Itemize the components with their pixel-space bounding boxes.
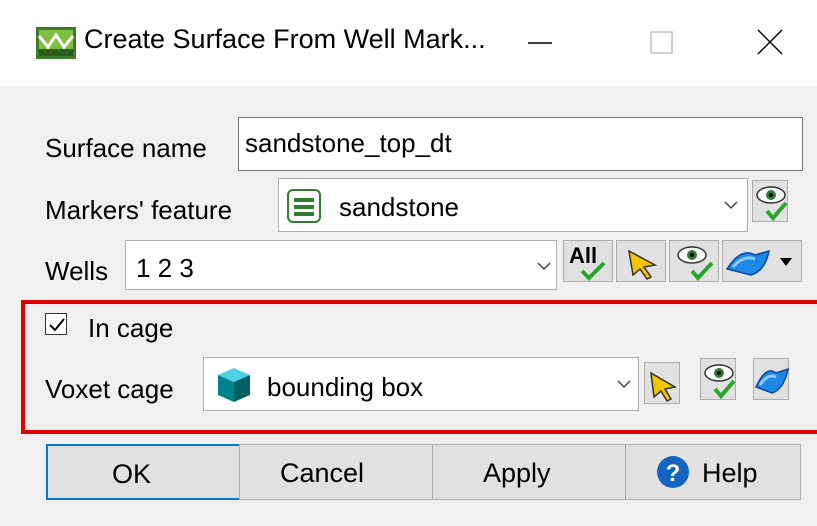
ok-label: OK xyxy=(112,459,152,489)
help-label: Help xyxy=(702,458,758,488)
cage-display-style-button[interactable] xyxy=(753,358,789,400)
surface-name-input[interactable]: sandstone_top_dt xyxy=(238,117,803,171)
eye-check-icon xyxy=(704,364,736,400)
chevron-down-icon xyxy=(617,380,631,389)
close-button[interactable] xyxy=(722,0,817,86)
cancel-button[interactable]: Cancel xyxy=(239,444,437,500)
pick-cage-button[interactable] xyxy=(644,362,680,404)
chevron-down-icon xyxy=(537,262,551,271)
wells-value: 1 2 3 xyxy=(136,253,194,283)
help-button[interactable]: ? Help xyxy=(625,444,801,500)
maximize-icon xyxy=(650,31,673,54)
voxet-cage-combo[interactable]: bounding box xyxy=(203,357,639,411)
cube-icon xyxy=(218,368,250,402)
dropdown-arrow-icon xyxy=(780,258,792,266)
pick-cursor-icon xyxy=(650,371,678,402)
wells-visibility-button[interactable] xyxy=(669,240,719,282)
feature-visibility-button[interactable] xyxy=(752,180,788,222)
in-cage-label: In cage xyxy=(88,313,174,343)
surface-name-label: Surface name xyxy=(45,133,207,163)
ok-button[interactable]: OK xyxy=(46,444,244,500)
eye-check-icon xyxy=(677,246,714,281)
select-all-wells-button[interactable]: All xyxy=(563,240,613,282)
pick-cursor-icon xyxy=(628,249,658,280)
surface-name-value: sandstone_top_dt xyxy=(245,128,452,158)
maximize-button[interactable] xyxy=(610,0,710,86)
checkmark-icon xyxy=(49,318,65,332)
cancel-label: Cancel xyxy=(280,458,365,488)
in-cage-checkbox[interactable] xyxy=(45,313,67,335)
surface-app-icon xyxy=(36,27,76,59)
minimize-icon xyxy=(528,42,552,44)
pick-wells-button[interactable] xyxy=(616,240,666,282)
all-check-icon xyxy=(580,261,606,281)
feature-list-icon xyxy=(287,189,321,223)
markers-feature-label: Markers' feature xyxy=(45,195,233,225)
wells-display-style-button[interactable] xyxy=(722,240,802,282)
title-bar: Create Surface From Well Mark... xyxy=(0,0,817,86)
apply-label: Apply xyxy=(483,458,551,488)
surface-shape-icon xyxy=(754,367,789,394)
window-title: Create Surface From Well Mark... xyxy=(84,24,486,54)
help-icon: ? xyxy=(657,456,689,488)
wells-label: Wells xyxy=(45,256,109,286)
wells-combo[interactable]: 1 2 3 xyxy=(125,240,557,290)
minimize-button[interactable] xyxy=(490,0,590,86)
cage-visibility-button[interactable] xyxy=(700,358,736,400)
voxet-cage-label: Voxet cage xyxy=(45,374,174,404)
eye-check-icon xyxy=(756,186,788,222)
markers-feature-value: sandstone xyxy=(339,192,459,222)
apply-button[interactable]: Apply xyxy=(432,444,630,500)
chevron-down-icon xyxy=(724,201,738,210)
svg-text:?: ? xyxy=(666,460,681,487)
markers-feature-combo[interactable]: sandstone xyxy=(278,178,748,232)
voxet-cage-value: bounding box xyxy=(267,372,424,402)
close-icon xyxy=(757,29,783,55)
